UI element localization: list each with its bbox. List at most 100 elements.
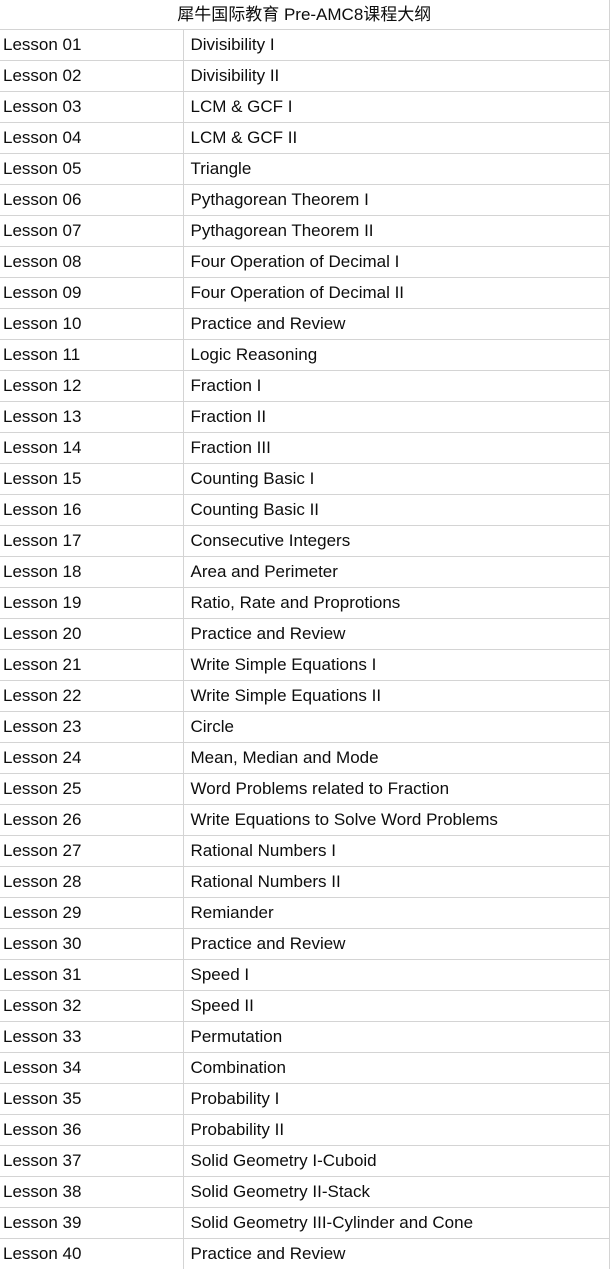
lesson-number-cell: Lesson 07 [0,216,183,247]
table-row: Lesson 05Triangle [0,154,609,185]
lesson-topic-cell: Ratio, Rate and Proprotions [183,588,609,619]
table-row: Lesson 38Solid Geometry II-Stack [0,1177,609,1208]
course-syllabus-table: 犀牛国际教育 Pre-AMC8课程大纲 Lesson 01Divisibilit… [0,0,610,1269]
lesson-topic-cell: Speed I [183,960,609,991]
lesson-topic-cell: Circle [183,712,609,743]
table-row: Lesson 22Write Simple Equations II [0,681,609,712]
table-row: Lesson 30Practice and Review [0,929,609,960]
lesson-number-cell: Lesson 28 [0,867,183,898]
lesson-number-cell: Lesson 37 [0,1146,183,1177]
lesson-topic-cell: Word Problems related to Fraction [183,774,609,805]
lesson-topic-cell: Counting Basic II [183,495,609,526]
lesson-topic-cell: Write Simple Equations II [183,681,609,712]
table-row: Lesson 29Remiander [0,898,609,929]
lesson-number-cell: Lesson 18 [0,557,183,588]
lesson-topic-cell: Practice and Review [183,929,609,960]
lesson-topic-cell: Fraction II [183,402,609,433]
lesson-number-cell: Lesson 31 [0,960,183,991]
lesson-number-cell: Lesson 06 [0,185,183,216]
lesson-number-cell: Lesson 09 [0,278,183,309]
table-row: Lesson 18Area and Perimeter [0,557,609,588]
table-row: Lesson 31Speed I [0,960,609,991]
table-row: Lesson 34Combination [0,1053,609,1084]
lesson-topic-cell: Triangle [183,154,609,185]
table-row: Lesson 26Write Equations to Solve Word P… [0,805,609,836]
lesson-number-cell: Lesson 12 [0,371,183,402]
table-row: Lesson 40Practice and Review [0,1239,609,1269]
lesson-topic-cell: Probability I [183,1084,609,1115]
lesson-number-cell: Lesson 14 [0,433,183,464]
lesson-number-cell: Lesson 15 [0,464,183,495]
lesson-topic-cell: Mean, Median and Mode [183,743,609,774]
lesson-topic-cell: Practice and Review [183,619,609,650]
lesson-topic-cell: Permutation [183,1022,609,1053]
syllabus-table-body: 犀牛国际教育 Pre-AMC8课程大纲 Lesson 01Divisibilit… [0,0,609,1269]
table-row: Lesson 07Pythagorean Theorem II [0,216,609,247]
table-row: Lesson 16Counting Basic II [0,495,609,526]
lesson-topic-cell: LCM & GCF II [183,123,609,154]
lesson-topic-cell: Logic Reasoning [183,340,609,371]
lesson-topic-cell: Divisibility II [183,61,609,92]
page-title: 犀牛国际教育 Pre-AMC8课程大纲 [0,0,609,30]
lesson-topic-cell: Solid Geometry II-Stack [183,1177,609,1208]
table-row: Lesson 21Write Simple Equations I [0,650,609,681]
lesson-number-cell: Lesson 21 [0,650,183,681]
table-row: Lesson 02Divisibility II [0,61,609,92]
lesson-topic-cell: Divisibility I [183,30,609,61]
lesson-number-cell: Lesson 30 [0,929,183,960]
lesson-number-cell: Lesson 10 [0,309,183,340]
lesson-topic-cell: Combination [183,1053,609,1084]
table-row: Lesson 09Four Operation of Decimal II [0,278,609,309]
lesson-number-cell: Lesson 16 [0,495,183,526]
lesson-number-cell: Lesson 35 [0,1084,183,1115]
table-row: Lesson 04LCM & GCF II [0,123,609,154]
lesson-topic-cell: Fraction III [183,433,609,464]
lesson-number-cell: Lesson 33 [0,1022,183,1053]
lesson-number-cell: Lesson 23 [0,712,183,743]
lesson-topic-cell: Solid Geometry III-Cylinder and Cone [183,1208,609,1239]
table-row: Lesson 15Counting Basic I [0,464,609,495]
lesson-topic-cell: LCM & GCF I [183,92,609,123]
lesson-number-cell: Lesson 01 [0,30,183,61]
lesson-number-cell: Lesson 04 [0,123,183,154]
table-row: Lesson 08Four Operation of Decimal I [0,247,609,278]
lesson-number-cell: Lesson 17 [0,526,183,557]
lesson-number-cell: Lesson 11 [0,340,183,371]
lesson-topic-cell: Solid Geometry I-Cuboid [183,1146,609,1177]
lesson-topic-cell: Practice and Review [183,1239,609,1269]
lesson-number-cell: Lesson 29 [0,898,183,929]
lesson-topic-cell: Four Operation of Decimal I [183,247,609,278]
syllabus-title-row: 犀牛国际教育 Pre-AMC8课程大纲 [0,0,609,30]
lesson-topic-cell: Counting Basic I [183,464,609,495]
lesson-topic-cell: Write Simple Equations I [183,650,609,681]
table-row: Lesson 20Practice and Review [0,619,609,650]
table-row: Lesson 37Solid Geometry I-Cuboid [0,1146,609,1177]
lesson-number-cell: Lesson 34 [0,1053,183,1084]
table-row: Lesson 27Rational Numbers I [0,836,609,867]
lesson-number-cell: Lesson 02 [0,61,183,92]
table-row: Lesson 39Solid Geometry III-Cylinder and… [0,1208,609,1239]
lesson-number-cell: Lesson 22 [0,681,183,712]
lesson-number-cell: Lesson 32 [0,991,183,1022]
table-row: Lesson 25Word Problems related to Fracti… [0,774,609,805]
table-row: Lesson 23Circle [0,712,609,743]
lesson-topic-cell: Four Operation of Decimal II [183,278,609,309]
table-row: Lesson 17Consecutive Integers [0,526,609,557]
table-row: Lesson 28Rational Numbers II [0,867,609,898]
table-row: Lesson 19Ratio, Rate and Proprotions [0,588,609,619]
lesson-topic-cell: Rational Numbers II [183,867,609,898]
table-row: Lesson 13Fraction II [0,402,609,433]
table-row: Lesson 11Logic Reasoning [0,340,609,371]
table-row: Lesson 12Fraction I [0,371,609,402]
lesson-topic-cell: Probability II [183,1115,609,1146]
lesson-topic-cell: Practice and Review [183,309,609,340]
lesson-topic-cell: Pythagorean Theorem II [183,216,609,247]
lesson-number-cell: Lesson 19 [0,588,183,619]
lesson-number-cell: Lesson 36 [0,1115,183,1146]
lesson-topic-cell: Speed II [183,991,609,1022]
lesson-number-cell: Lesson 25 [0,774,183,805]
lesson-number-cell: Lesson 27 [0,836,183,867]
lesson-number-cell: Lesson 03 [0,92,183,123]
lesson-number-cell: Lesson 05 [0,154,183,185]
lesson-topic-cell: Remiander [183,898,609,929]
